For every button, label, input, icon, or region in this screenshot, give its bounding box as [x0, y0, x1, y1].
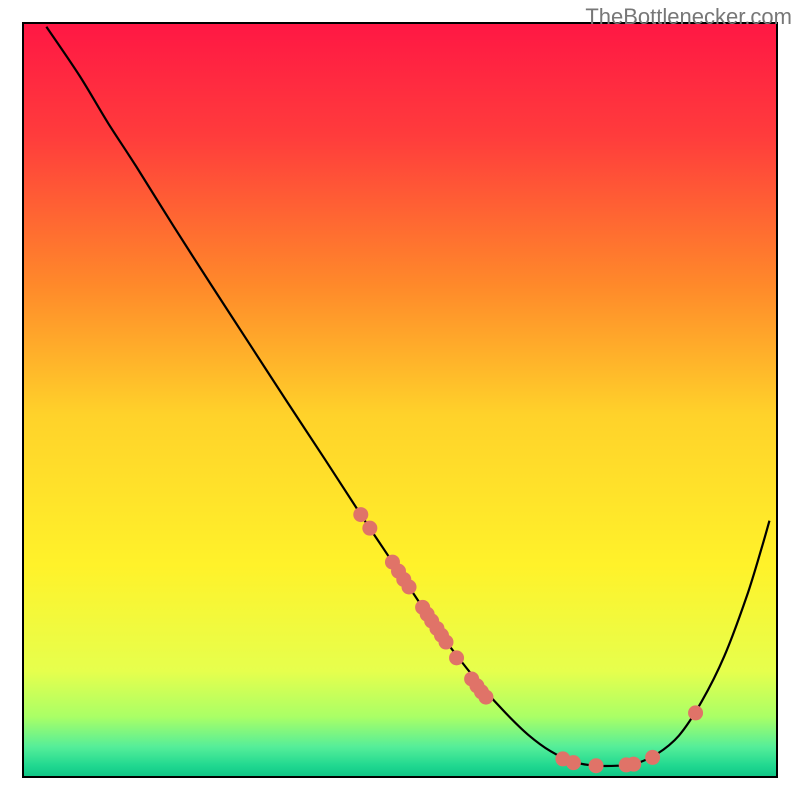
data-point: [478, 690, 493, 705]
attribution-label: TheBottlenecker.com: [585, 4, 792, 30]
data-point: [402, 579, 417, 594]
gradient-background: [23, 23, 777, 777]
data-point: [688, 705, 703, 720]
data-point: [645, 750, 660, 765]
data-point: [438, 635, 453, 650]
data-point: [589, 758, 604, 773]
bottleneck-chart: [0, 0, 800, 800]
data-point: [449, 650, 464, 665]
data-point: [566, 755, 581, 770]
data-point: [362, 521, 377, 536]
data-point: [626, 757, 641, 772]
data-point: [353, 507, 368, 522]
